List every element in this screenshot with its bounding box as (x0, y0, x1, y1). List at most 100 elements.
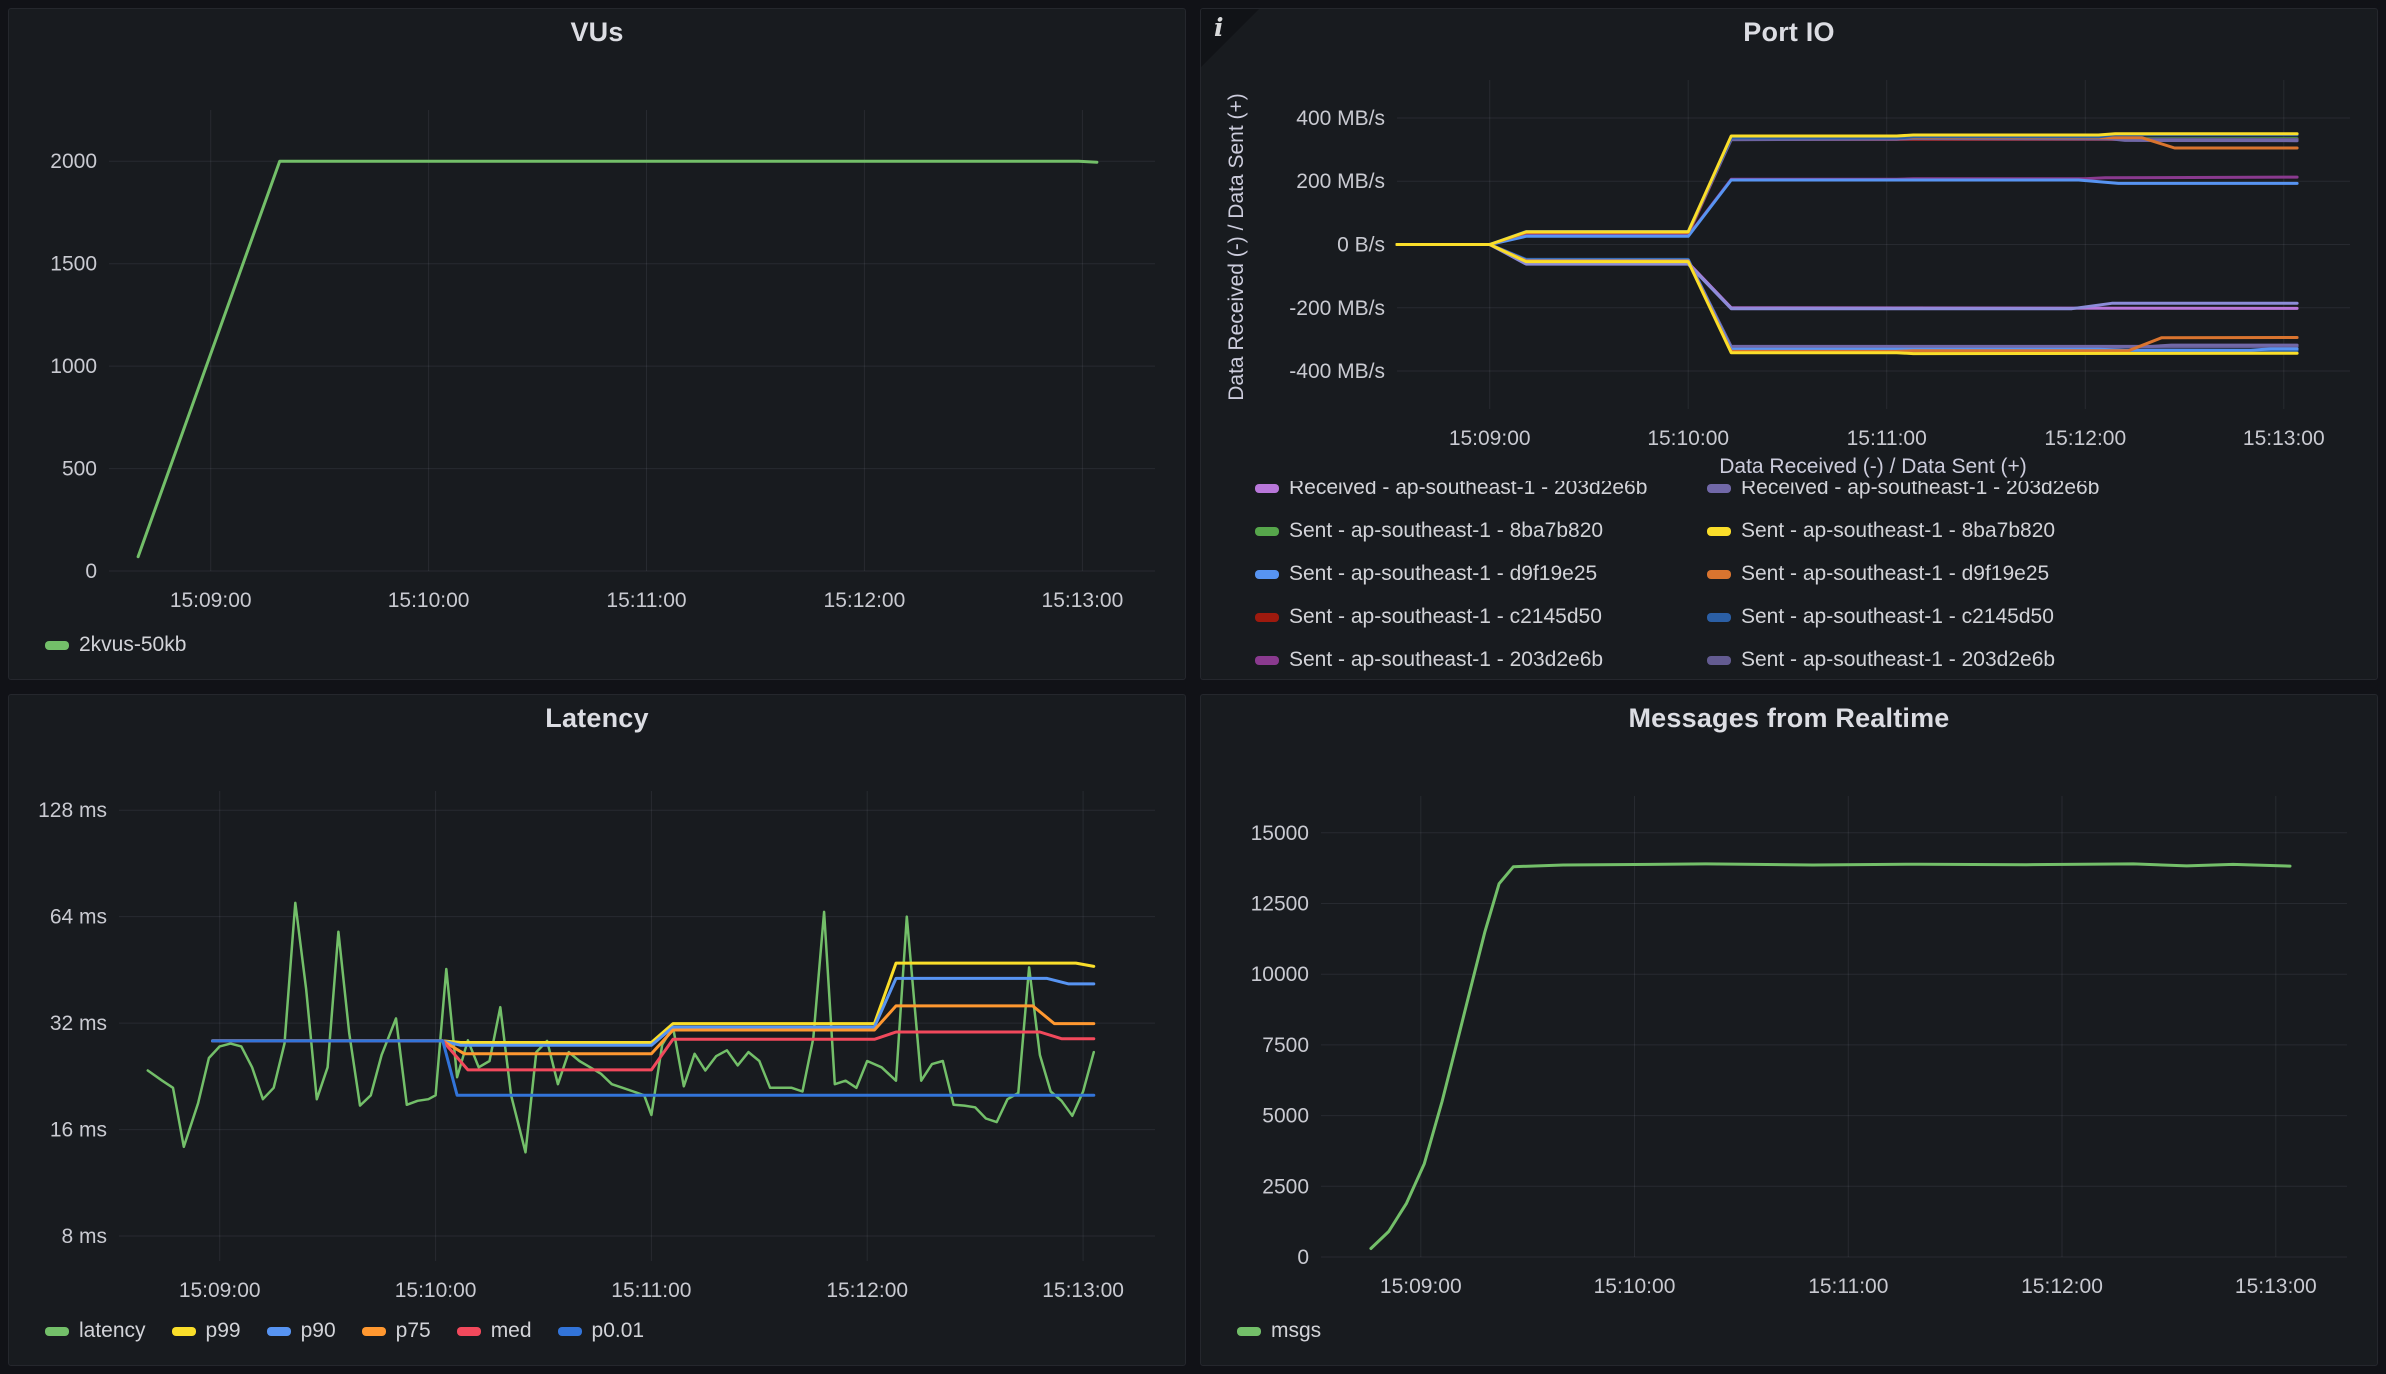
port-io-x-axis-title: Data Received (-) / Data Sent (+) (1201, 455, 2377, 481)
legend-item-2kvus-50kb[interactable]: 2kvus-50kb (45, 633, 186, 657)
latency-legend: latency p99 p90 p75 med p0.01 (9, 1307, 1185, 1343)
legend-item-received-203d2e6b-a[interactable]: Received - ap-southeast-1 - 203d2e6b (1255, 481, 1707, 510)
svg-text:15:10:00: 15:10:00 (395, 1279, 477, 1302)
legend-swatch (1707, 613, 1731, 622)
svg-text:10000: 10000 (1251, 963, 1309, 986)
panel-title-port-io[interactable]: Port IO (1201, 9, 2377, 55)
legend-label: Received - ap-southeast-1 - 203d2e6b (1741, 481, 2099, 501)
legend-label: p75 (396, 1319, 431, 1343)
info-icon[interactable]: i (1214, 13, 1224, 42)
legend-swatch (1237, 1327, 1261, 1336)
legend-label: Sent - ap-southeast-1 - 203d2e6b (1289, 648, 1603, 672)
svg-text:200 MB/s: 200 MB/s (1296, 170, 1385, 193)
legend-item-p99[interactable]: p99 (172, 1319, 241, 1343)
messages-legend: msgs (1201, 1307, 2377, 1343)
latency-chart[interactable]: 15:09:0015:10:0015:11:0015:12:0015:13:00… (9, 741, 1185, 1307)
legend-item-received-203d2e6b-b[interactable]: Received - ap-southeast-1 - 203d2e6b (1707, 481, 2159, 510)
legend-item-p75[interactable]: p75 (362, 1319, 431, 1343)
legend-swatch (45, 1327, 69, 1336)
svg-text:-200 MB/s: -200 MB/s (1289, 297, 1385, 320)
legend-item-p90[interactable]: p90 (267, 1319, 336, 1343)
svg-text:2000: 2000 (50, 150, 97, 173)
panel-title-latency[interactable]: Latency (9, 695, 1185, 741)
legend-item-msgs[interactable]: msgs (1237, 1319, 1321, 1343)
legend-item-p001[interactable]: p0.01 (558, 1319, 645, 1343)
legend-label: Sent - ap-southeast-1 - c2145d50 (1289, 605, 1602, 629)
svg-text:15:12:00: 15:12:00 (2021, 1275, 2103, 1298)
svg-text:15:09:00: 15:09:00 (1380, 1275, 1462, 1298)
svg-text:15:11:00: 15:11:00 (1847, 427, 1927, 450)
vus-chart[interactable]: 15:09:00 15:10:00 15:11:00 15:12:00 15:13:00… (9, 55, 1185, 621)
svg-text:15:12:00: 15:12:00 (824, 589, 906, 612)
panel-vus: VUs 15:09:00 15:10:00 15:11:00 15:12:00 15:1… (8, 8, 1186, 680)
svg-text:2500: 2500 (1262, 1175, 1309, 1198)
svg-text:15:13:00: 15:13:00 (1042, 1279, 1124, 1302)
legend-item-sent-203d2e6b-a[interactable]: Sent - ap-southeast-1 - 203d2e6b (1255, 639, 1707, 679)
legend-item-sent-8ba7b820-a[interactable]: Sent - ap-southeast-1 - 8ba7b820 (1255, 510, 1707, 553)
legend-swatch (172, 1327, 196, 1336)
legend-item-sent-c2145d50-a[interactable]: Sent - ap-southeast-1 - c2145d50 (1255, 596, 1707, 639)
legend-swatch (362, 1327, 386, 1336)
panel-port-io: i Port IO Data Received (-) / Data Sent … (1200, 8, 2378, 680)
svg-text:15:12:00: 15:12:00 (826, 1279, 908, 1302)
dashboard-grid: VUs 15:09:00 15:10:00 15:11:00 15:12:00 15:1… (0, 0, 2386, 1374)
legend-swatch (1255, 570, 1279, 579)
legend-label: 2kvus-50kb (79, 633, 186, 657)
legend-item-sent-8ba7b820-b[interactable]: Sent - ap-southeast-1 - 8ba7b820 (1707, 510, 2159, 553)
svg-text:16 ms: 16 ms (50, 1119, 107, 1142)
legend-item-sent-d9f19e25-b[interactable]: Sent - ap-southeast-1 - d9f19e25 (1707, 553, 2159, 596)
legend-item-sent-c2145d50-b[interactable]: Sent - ap-southeast-1 - c2145d50 (1707, 596, 2159, 639)
svg-text:15:12:00: 15:12:00 (2044, 427, 2126, 450)
svg-text:1000: 1000 (50, 355, 97, 378)
panel-title-vus[interactable]: VUs (9, 9, 1185, 55)
svg-text:400 MB/s: 400 MB/s (1296, 107, 1385, 130)
legend-swatch (457, 1327, 481, 1336)
svg-text:15:11:00: 15:11:00 (1808, 1275, 1888, 1298)
legend-label: Sent - ap-southeast-1 - c2145d50 (1741, 605, 2054, 629)
svg-text:15:13:00: 15:13:00 (1042, 589, 1124, 612)
legend-label: p90 (301, 1319, 336, 1343)
legend-item-sent-203d2e6b-b[interactable]: Sent - ap-southeast-1 - 203d2e6b (1707, 639, 2159, 679)
port-io-chart[interactable]: 15:09:0015:10:0015:11:0015:12:0015:13:00… (1201, 55, 2377, 455)
legend-swatch (1707, 527, 1731, 536)
svg-text:500: 500 (62, 458, 97, 481)
svg-text:15:11:00: 15:11:00 (606, 589, 686, 612)
svg-text:15:10:00: 15:10:00 (388, 589, 470, 612)
svg-text:15:09:00: 15:09:00 (170, 589, 252, 612)
legend-label: Sent - ap-southeast-1 - d9f19e25 (1741, 562, 2049, 586)
svg-text:0: 0 (1297, 1246, 1309, 1269)
svg-text:15:09:00: 15:09:00 (1449, 427, 1531, 450)
svg-text:0 B/s: 0 B/s (1337, 234, 1385, 257)
legend-swatch (1255, 484, 1279, 493)
legend-label: med (491, 1319, 532, 1343)
legend-item-sent-d9f19e25-a[interactable]: Sent - ap-southeast-1 - d9f19e25 (1255, 553, 1707, 596)
vus-legend: 2kvus-50kb (9, 621, 1185, 657)
legend-swatch (1707, 656, 1731, 665)
port-io-legend: Received - ap-southeast-1 - 203d2e6b Rec… (1201, 481, 2377, 679)
legend-swatch (267, 1327, 291, 1336)
legend-swatch (1255, 527, 1279, 536)
legend-label: msgs (1271, 1319, 1321, 1343)
svg-text:64 ms: 64 ms (50, 906, 107, 929)
legend-label: latency (79, 1319, 146, 1343)
legend-label: p0.01 (592, 1319, 645, 1343)
panel-latency: Latency 15:09:0015:10:0015:11:0015:12:00… (8, 694, 1186, 1366)
legend-label: Sent - ap-southeast-1 - d9f19e25 (1289, 562, 1597, 586)
svg-text:-400 MB/s: -400 MB/s (1289, 360, 1385, 383)
legend-label: Sent - ap-southeast-1 - 8ba7b820 (1741, 519, 2055, 543)
legend-swatch (1707, 570, 1731, 579)
legend-label: Sent - ap-southeast-1 - 8ba7b820 (1289, 519, 1603, 543)
legend-swatch (1707, 484, 1731, 493)
legend-swatch (45, 641, 69, 650)
legend-item-med[interactable]: med (457, 1319, 532, 1343)
legend-item-latency[interactable]: latency (45, 1319, 146, 1343)
messages-chart[interactable]: 15:09:0015:10:0015:11:0015:12:0015:13:00… (1201, 741, 2377, 1307)
svg-text:5000: 5000 (1262, 1105, 1309, 1128)
svg-text:7500: 7500 (1262, 1034, 1309, 1057)
legend-swatch (1255, 613, 1279, 622)
svg-text:0: 0 (85, 560, 97, 583)
panel-title-messages[interactable]: Messages from Realtime (1201, 695, 2377, 741)
svg-text:15:11:00: 15:11:00 (611, 1279, 691, 1302)
legend-label: p99 (206, 1319, 241, 1343)
panel-info-corner[interactable] (1201, 9, 1259, 67)
